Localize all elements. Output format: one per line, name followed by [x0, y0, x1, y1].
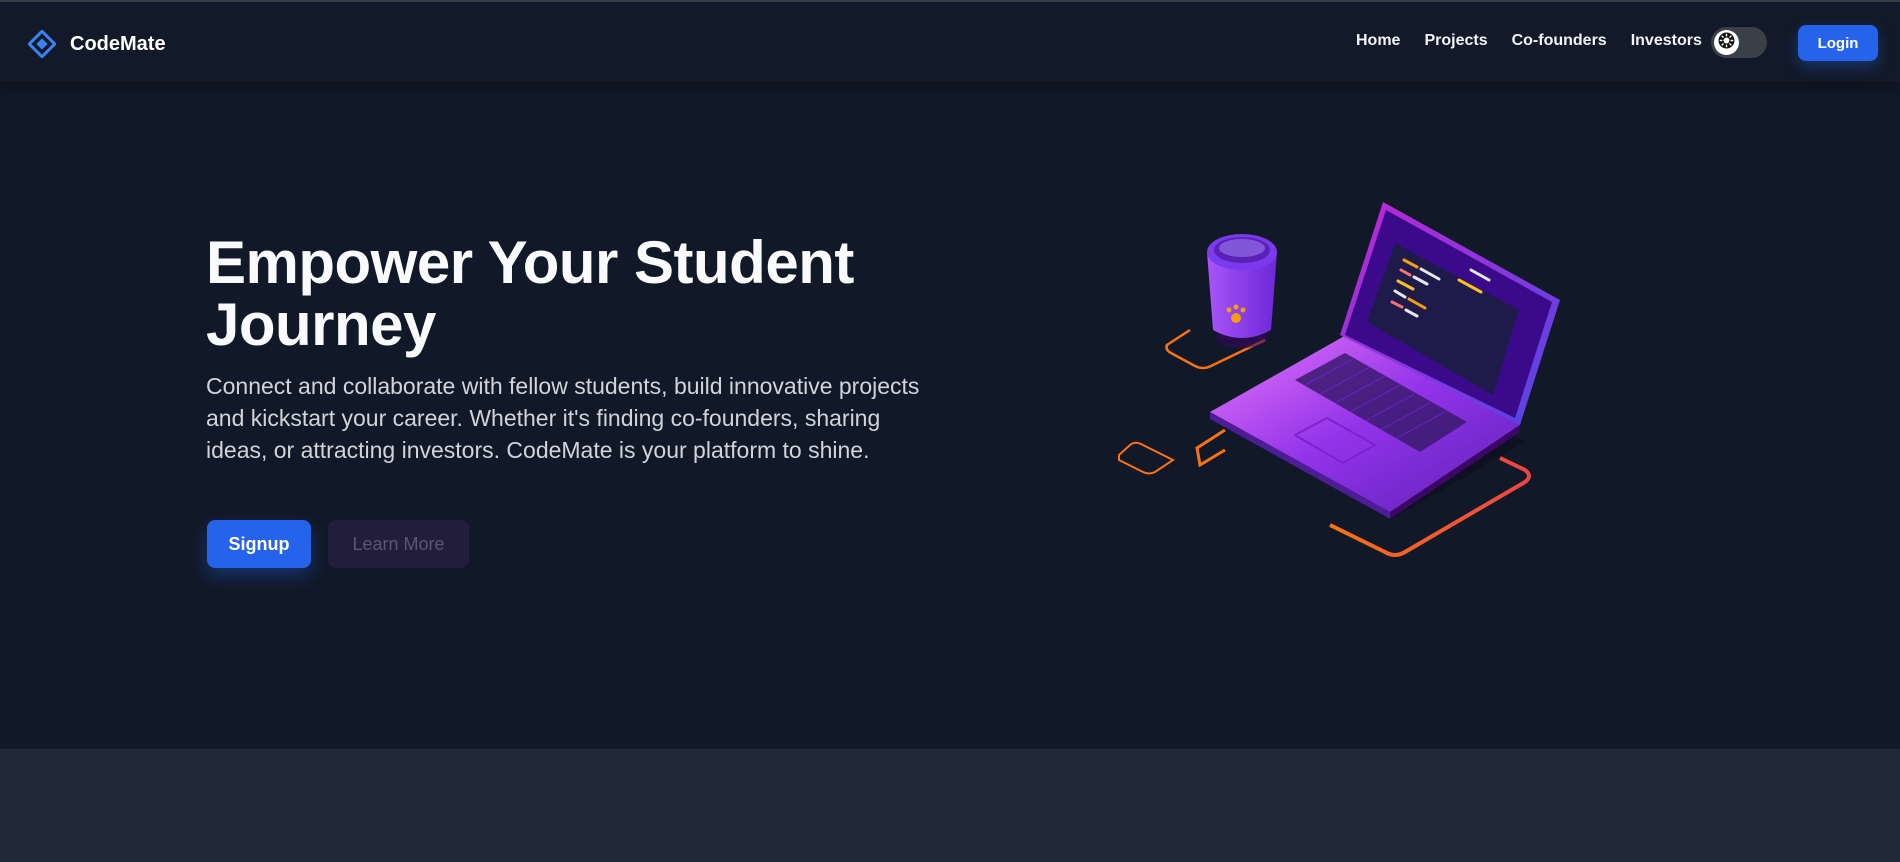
- learn-more-button[interactable]: Learn More: [328, 520, 469, 568]
- toggle-knob: [1714, 30, 1739, 55]
- next-section: [0, 749, 1900, 862]
- navbar: CodeMate Home Projects Co-founders Inves…: [0, 2, 1900, 82]
- nav-link-investors[interactable]: Investors: [1631, 32, 1702, 50]
- laptop-coffee-illustration: [1105, 190, 1575, 570]
- theme-toggle[interactable]: [1711, 27, 1767, 58]
- nav-links: Home Projects Co-founders Investors: [1356, 32, 1726, 50]
- hero-description: Connect and collaborate with fellow stud…: [206, 373, 920, 463]
- nav-link-co-founders[interactable]: Co-founders: [1512, 32, 1607, 50]
- hero-title: Empower Your Student Journey: [206, 229, 854, 358]
- sun-icon: [1718, 32, 1735, 54]
- diamond-logo-icon: [27, 29, 57, 59]
- nav-link-projects[interactable]: Projects: [1424, 32, 1487, 50]
- login-button[interactable]: Login: [1798, 25, 1878, 61]
- brand[interactable]: CodeMate: [27, 26, 166, 62]
- signup-button[interactable]: Signup: [207, 520, 311, 568]
- brand-name: CodeMate: [70, 32, 166, 55]
- nav-link-home[interactable]: Home: [1356, 32, 1400, 50]
